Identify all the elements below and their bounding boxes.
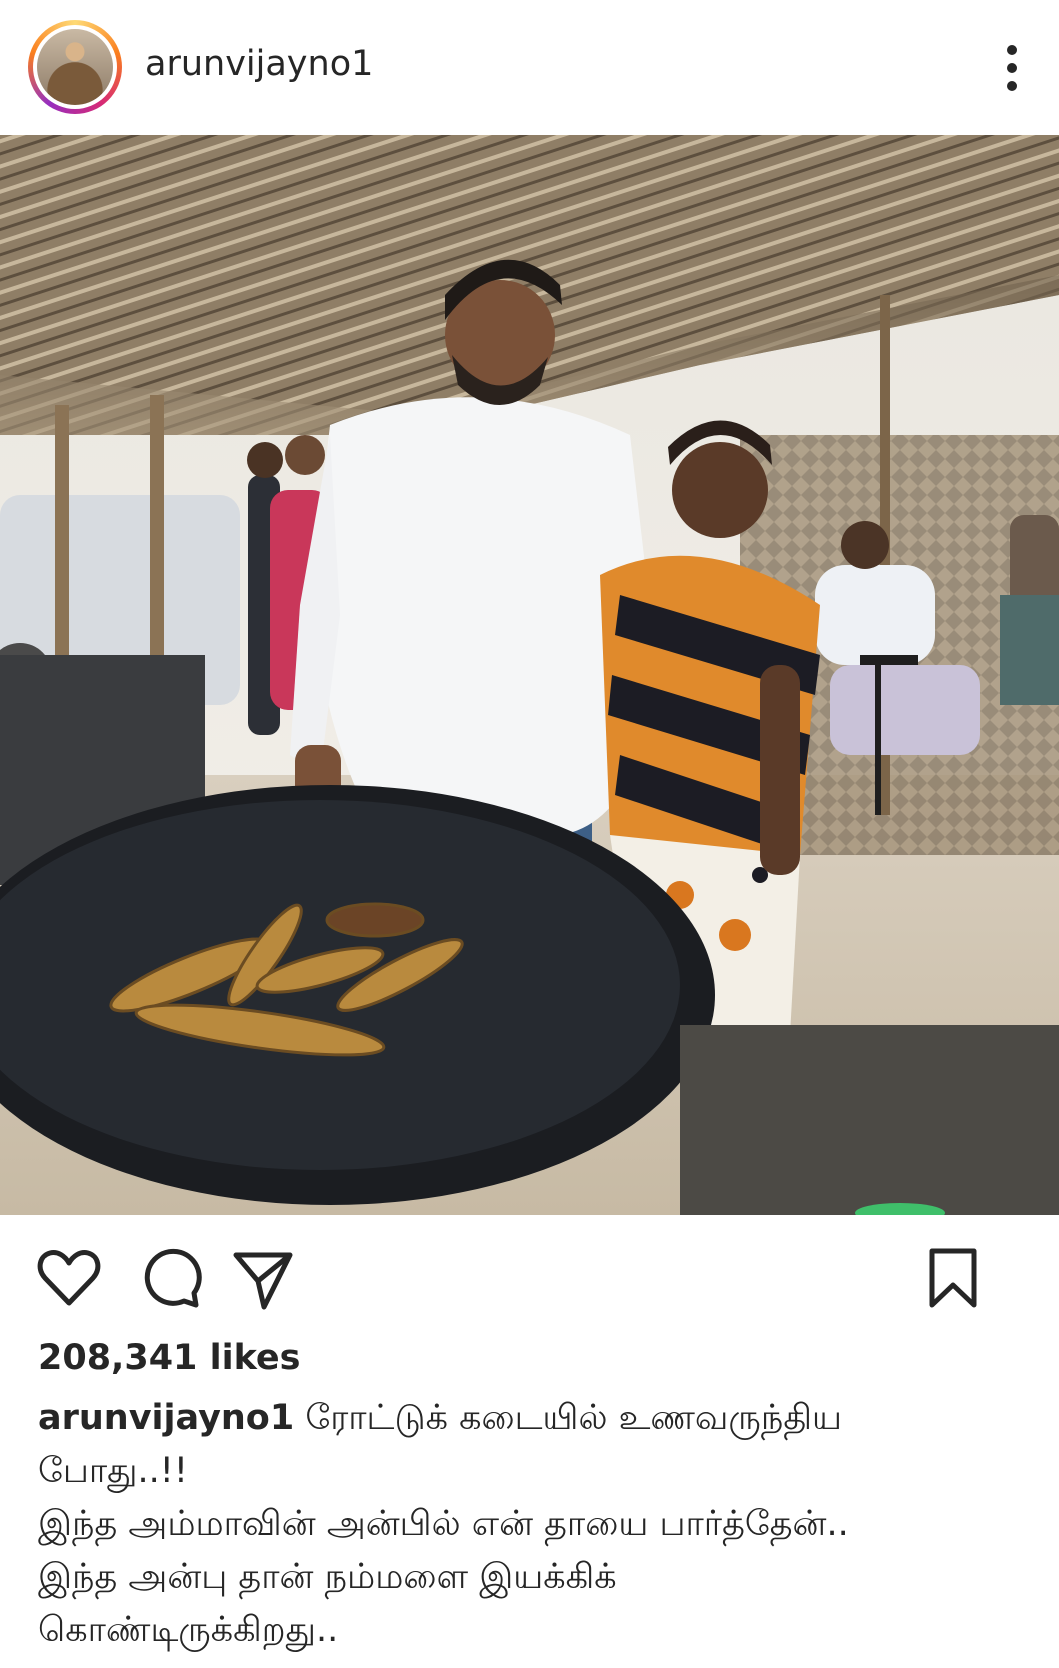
comment-icon[interactable] xyxy=(138,1245,204,1311)
avatar-frame xyxy=(33,25,117,109)
post-photo-illustration xyxy=(0,135,1059,1215)
post-username[interactable]: arunvijayno1 xyxy=(145,44,373,84)
send-icon[interactable] xyxy=(230,1245,296,1311)
caption-username[interactable]: arunvijayno1 xyxy=(38,1398,294,1438)
more-options-icon[interactable] xyxy=(1000,42,1024,94)
caption-line-3: இந்த அம்மாவின் அன்பில் என் தாயை பார்த்தே… xyxy=(38,1504,849,1544)
caption-line-5: கொண்டிருக்கிறது.. xyxy=(38,1610,339,1650)
avatar-image xyxy=(37,29,113,105)
action-bar xyxy=(0,1215,1059,1335)
caption-line-2: போது..!! xyxy=(38,1451,188,1491)
likes-count[interactable]: 208,341 likes xyxy=(38,1338,301,1378)
bookmark-icon[interactable] xyxy=(925,1245,981,1311)
post-header: arunvijayno1 xyxy=(0,0,1059,135)
caption-line-4: இந்த அன்பு தான் நம்மளை இயக்கிக் xyxy=(38,1557,617,1597)
heart-icon[interactable] xyxy=(36,1245,102,1311)
caption-line-1: arunvijayno1 ரோட்டுக் கடையில் உணவருந்திய xyxy=(38,1392,1028,1445)
avatar[interactable] xyxy=(28,20,122,114)
post-photo[interactable] xyxy=(0,135,1059,1215)
post-caption: arunvijayno1 ரோட்டுக் கடையில் உணவருந்திய… xyxy=(38,1392,1028,1657)
caption-text-1: ரோட்டுக் கடையில் உணவருந்திய xyxy=(305,1398,842,1438)
